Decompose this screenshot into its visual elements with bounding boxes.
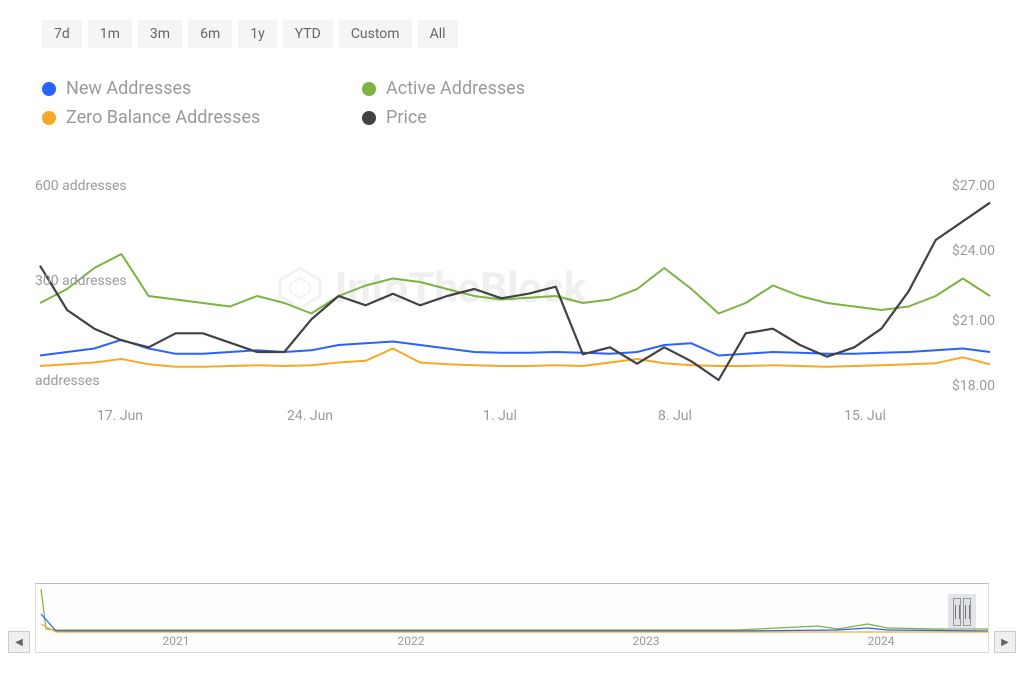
y-right-tick: $21.00: [952, 313, 995, 329]
range-btn-1m[interactable]: 1m: [88, 20, 132, 48]
main-chart[interactable]: IntoTheBlock 600 addresses300 addressesa…: [35, 178, 995, 438]
legend-dot-icon: [42, 111, 56, 125]
series-line: [40, 340, 990, 356]
range-btn-all[interactable]: All: [418, 20, 458, 48]
range-selector: 7d1m3m6m1yYTDCustomAll: [42, 20, 994, 48]
chart-lines: [35, 178, 995, 398]
legend-item-2[interactable]: Zero Balance Addresses: [42, 107, 332, 128]
range-btn-3m[interactable]: 3m: [138, 20, 182, 48]
navigator-x-tick: 2021: [163, 634, 190, 648]
y-right-tick: $18.00: [952, 378, 995, 394]
range-btn-7d[interactable]: 7d: [42, 20, 82, 48]
navigator-x-tick: 2022: [398, 634, 425, 648]
series-line: [40, 254, 990, 314]
legend-dot-icon: [42, 82, 56, 96]
range-btn-ytd[interactable]: YTD: [283, 20, 333, 48]
legend-label: Active Addresses: [386, 78, 525, 99]
navigator-range-handle[interactable]: [948, 594, 976, 630]
legend-item-0[interactable]: New Addresses: [42, 78, 332, 99]
handle-grip-left[interactable]: [953, 598, 961, 626]
scroll-right-button[interactable]: ▶: [994, 631, 1016, 653]
range-btn-1y[interactable]: 1y: [238, 20, 277, 48]
navigator-x-tick: 2023: [633, 634, 660, 648]
legend-item-1[interactable]: Active Addresses: [362, 78, 612, 99]
y-right-tick: $27.00: [952, 178, 995, 194]
legend-label: New Addresses: [66, 78, 191, 99]
series-line: [40, 349, 990, 367]
y-left-tick: addresses: [35, 373, 100, 389]
x-tick: 15. Jul: [844, 408, 886, 424]
navigator-chart[interactable]: 2021 2022 2023 2024: [35, 583, 989, 653]
range-btn-custom[interactable]: Custom: [339, 20, 412, 48]
legend-dot-icon: [362, 111, 376, 125]
navigator-x-tick: 2024: [868, 634, 895, 648]
y-left-tick: 600 addresses: [35, 178, 127, 194]
legend-item-3[interactable]: Price: [362, 107, 612, 128]
navigator-lines: [36, 584, 988, 634]
legend-dot-icon: [362, 82, 376, 96]
legend-label: Price: [386, 107, 427, 128]
x-tick: 1. Jul: [483, 408, 517, 424]
x-tick: 17. Jun: [97, 408, 143, 424]
x-tick: 8. Jul: [658, 408, 692, 424]
y-left-tick: 300 addresses: [35, 273, 127, 289]
range-btn-6m[interactable]: 6m: [188, 20, 232, 48]
legend-label: Zero Balance Addresses: [66, 107, 260, 128]
scroll-left-button[interactable]: ◀: [8, 631, 30, 653]
handle-grip-right[interactable]: [963, 598, 971, 626]
legend: New Addresses Active Addresses Zero Balanc…: [42, 78, 994, 128]
x-tick: 24. Jun: [287, 408, 333, 424]
y-right-tick: $24.00: [952, 243, 995, 259]
